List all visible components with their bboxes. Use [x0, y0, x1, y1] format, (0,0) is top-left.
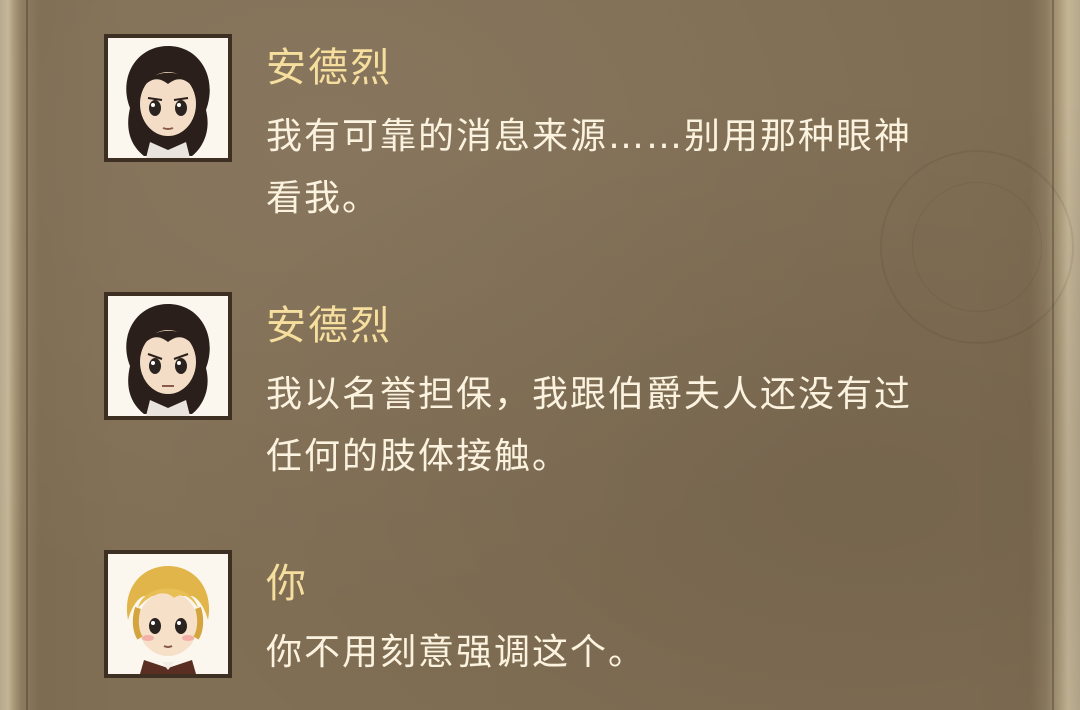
speaker-name: 安德烈: [266, 303, 392, 349]
avatar-player: [104, 550, 232, 678]
dialog-text: 我以名誉担保，我跟伯爵夫人还没有过 任何的肢体接触。: [266, 374, 913, 477]
speaker-name: 安德烈: [266, 45, 392, 91]
avatar-andre: [104, 34, 232, 162]
blonde-person-portrait-icon: [108, 554, 228, 674]
dialog-text: 你不用刻意强调这个。: [266, 632, 647, 673]
dialog-log[interactable]: 安德烈 我有可靠的消息来源……别用那种眼神 看我。 安德烈 我以名誉担保，我跟伯…: [0, 0, 1080, 710]
dark-haired-man-portrait-icon: [108, 38, 228, 158]
avatar-andre: [104, 292, 232, 420]
dark-haired-man-portrait-icon: [108, 296, 228, 416]
speaker-name: 你: [266, 561, 308, 607]
dialog-text: 我有可靠的消息来源……别用那种眼神 看我。: [266, 116, 913, 219]
